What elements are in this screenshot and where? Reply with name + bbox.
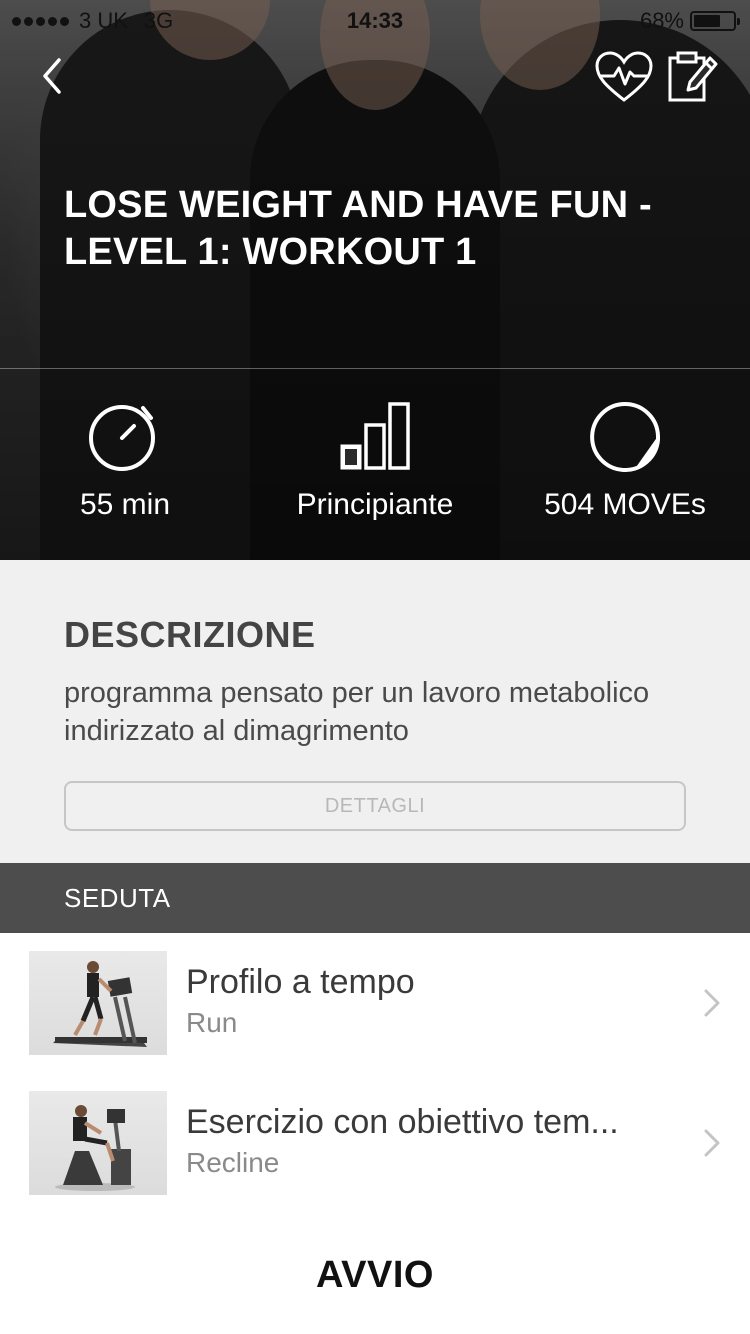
treadmill-image — [53, 961, 147, 1047]
workout-stats: 55 min Principiante 504 MOVEs — [0, 370, 750, 560]
workout-title-line-2: LEVEL 1: WORKOUT 1 — [64, 231, 477, 273]
stopwatch-icon — [89, 405, 155, 471]
heart-rate-icon — [595, 51, 653, 102]
chevron-right-icon — [704, 989, 720, 1017]
heart-rate-button[interactable] — [594, 50, 654, 104]
stat-moves: 504 MOVEs — [500, 400, 750, 522]
stat-level: Principiante — [250, 400, 500, 522]
battery-percent: 68% — [639, 8, 684, 33]
hero-divider — [0, 368, 750, 369]
duration-label: 55 min — [79, 488, 171, 521]
status-bar: 3 UK 3G 14:33 68% — [0, 0, 750, 40]
exercise-equipment: Recline — [186, 1147, 280, 1178]
session-heading: SEDUTA — [64, 883, 171, 913]
notes-button[interactable] — [666, 50, 720, 104]
exercise-name: Esercizio con obiettivo tem... — [186, 1103, 619, 1141]
session-header: SEDUTA — [0, 863, 750, 933]
moves-icon — [590, 401, 660, 472]
description-text: programma pensato per un lavoro metaboli… — [64, 677, 650, 747]
workout-title: LOSE WEIGHT AND HAVE FUN - LEVEL 1: WORK… — [64, 182, 704, 276]
exercise-item-recline[interactable]: Esercizio con obiettivo tem... Recline — [0, 1073, 750, 1213]
description-section: DESCRIZIONE programma pensato per un lav… — [0, 560, 750, 863]
exercise-equipment: Run — [186, 1007, 238, 1038]
moves-label: 504 MOVEs — [544, 488, 706, 521]
treadmill-thumbnail — [29, 951, 167, 1055]
recline-bike-image — [55, 1105, 135, 1191]
status-bar-right: 68% — [639, 8, 740, 34]
start-button[interactable]: AVVIO — [0, 1240, 750, 1310]
level-label: Principiante — [296, 488, 454, 521]
battery-fill — [694, 15, 720, 27]
status-time: 14:33 — [346, 8, 404, 33]
description-heading: DESCRIZIONE — [64, 614, 316, 655]
details-button[interactable]: DETTAGLI — [64, 781, 686, 831]
back-button[interactable] — [30, 52, 74, 100]
chevron-right-icon — [704, 1129, 720, 1157]
exercise-name: Profilo a tempo — [186, 963, 415, 1001]
workout-title-line-1: LOSE WEIGHT AND HAVE FUN - — [64, 184, 652, 226]
stat-duration: 55 min — [0, 400, 250, 522]
recline-bike-thumbnail — [29, 1091, 167, 1195]
clipboard-edit-icon — [668, 51, 718, 102]
battery-icon — [690, 11, 740, 31]
chevron-left-icon — [43, 58, 61, 94]
exercise-item-run[interactable]: Profilo a tempo Run — [0, 933, 750, 1073]
level-bars-icon — [340, 402, 410, 470]
